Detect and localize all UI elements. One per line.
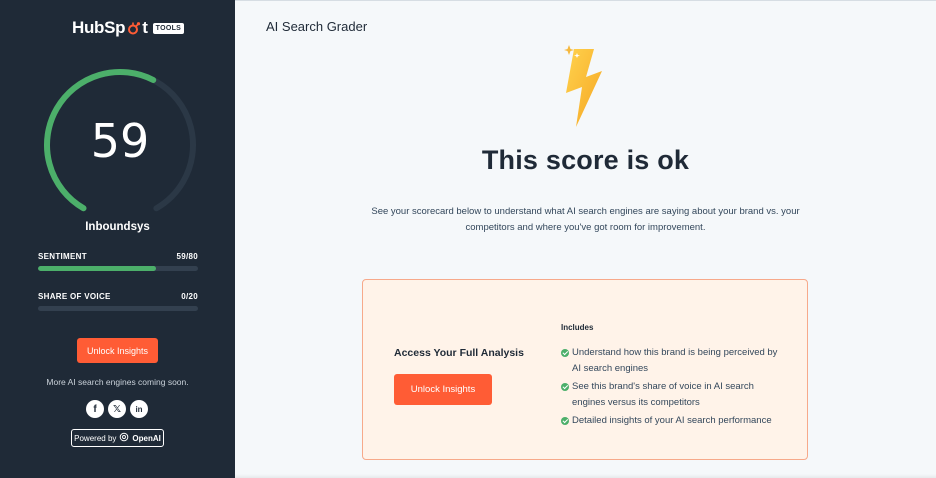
brand-name: Inboundsys xyxy=(85,221,150,233)
sidebar: HubSp t TOOLS 59 Inboundsys SENTIMENT 59… xyxy=(0,0,235,478)
facebook-icon[interactable]: f xyxy=(86,400,104,418)
list-item: Understand how this brand is being perce… xyxy=(561,345,786,376)
sentiment-value: 59/80 xyxy=(176,252,198,261)
sentiment-label: SENTIMENT xyxy=(38,252,87,261)
share-of-voice-value: 0/20 xyxy=(181,292,198,301)
score-value: 59 xyxy=(90,114,150,168)
check-circle-icon xyxy=(561,348,569,357)
page-title: AI Search Grader xyxy=(266,19,368,34)
list-item: Detailed insights of your AI search perf… xyxy=(561,413,786,429)
logo-text-end: t xyxy=(142,18,148,37)
share-of-voice-bar xyxy=(38,306,198,311)
openai-text: OpenAI xyxy=(132,433,161,443)
linkedin-icon[interactable]: in xyxy=(130,400,148,418)
tools-badge: TOOLS xyxy=(152,22,185,34)
score-gauge: 59 xyxy=(41,66,199,224)
score-description: See your scorecard below to understand w… xyxy=(371,206,800,233)
main-content: AI Search Grader This score is ok See yo… xyxy=(235,0,936,478)
powered-by-openai-badge[interactable]: Powered by OpenAI xyxy=(71,429,164,447)
social-links: f 𝕏 in xyxy=(86,400,148,418)
full-analysis-card: Access Your Full Analysis Unlock Insight… xyxy=(362,279,808,460)
includes-label: Includes xyxy=(561,323,594,332)
hubspot-tools-logo[interactable]: HubSp t TOOLS xyxy=(72,18,185,38)
card-title: Access Your Full Analysis xyxy=(394,347,524,359)
bottom-shadow xyxy=(235,474,936,478)
logo-text-start: HubSp xyxy=(72,18,126,37)
feature-text: Detailed insights of your AI search perf… xyxy=(572,415,772,426)
hubspot-logo: HubSp t xyxy=(72,18,148,38)
score-headline: This score is ok xyxy=(481,145,690,175)
openai-icon xyxy=(119,432,129,444)
sentiment-bar xyxy=(38,266,198,271)
card-unlock-insights-button[interactable]: Unlock Insights xyxy=(394,374,492,405)
x-icon[interactable]: 𝕏 xyxy=(108,400,126,418)
feature-text: Understand how this brand is being perce… xyxy=(572,347,778,374)
lightning-bolt-icon xyxy=(560,43,610,131)
powered-by-text: Powered by xyxy=(74,433,117,443)
share-of-voice-metric: SHARE OF VOICE 0/20 xyxy=(38,292,198,311)
sentiment-metric: SENTIMENT 59/80 xyxy=(38,252,198,271)
check-circle-icon xyxy=(561,416,569,425)
coming-soon-text: More AI search engines coming soon. xyxy=(46,377,189,387)
feature-list: Understand how this brand is being perce… xyxy=(561,345,786,432)
share-of-voice-label: SHARE OF VOICE xyxy=(38,292,111,301)
list-item: See this brand's share of voice in AI se… xyxy=(561,379,786,410)
feature-text: See this brand's share of voice in AI se… xyxy=(572,381,754,408)
sprocket-icon xyxy=(126,21,141,36)
check-circle-icon xyxy=(561,382,569,391)
sidebar-unlock-insights-button[interactable]: Unlock Insights xyxy=(77,338,158,363)
sentiment-bar-fill xyxy=(38,266,156,271)
